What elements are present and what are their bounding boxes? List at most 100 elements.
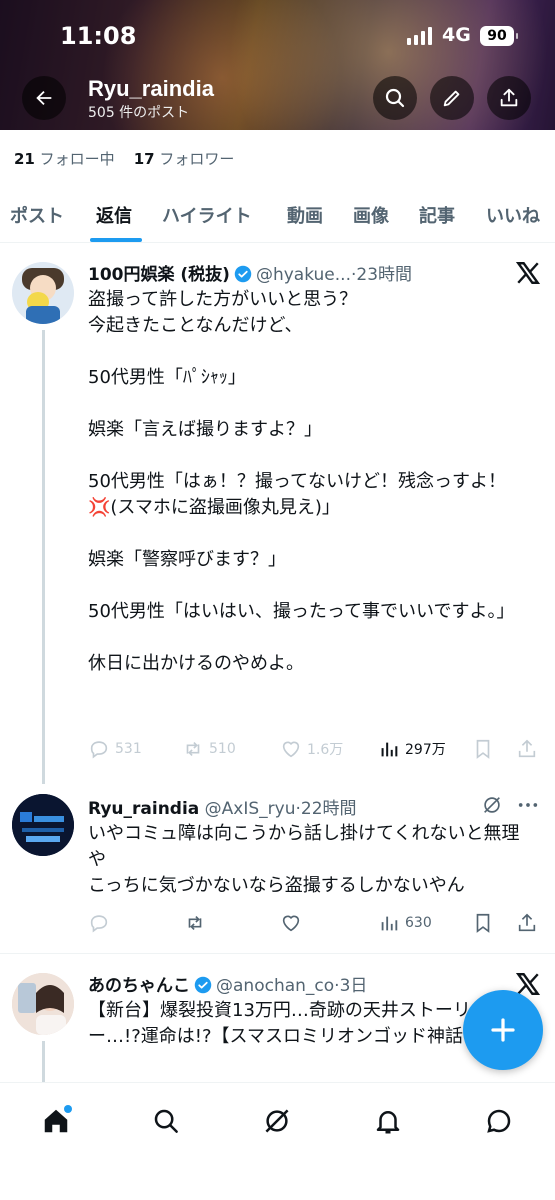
view-count: 297万 xyxy=(405,742,446,758)
nav-search[interactable] xyxy=(146,1101,186,1141)
reply-icon xyxy=(90,741,108,759)
status-bar: 11:08 4G 90 xyxy=(0,0,555,72)
author-handle[interactable]: @anochan_co xyxy=(216,976,334,996)
share-button[interactable] xyxy=(487,76,531,120)
verified-badge-icon xyxy=(234,265,252,283)
more-icon[interactable] xyxy=(517,798,539,812)
views-button[interactable]: 630 xyxy=(378,912,432,934)
like-icon xyxy=(282,741,300,758)
profile-tabs: ポスト 返信 ハイライト 動画 画像 記事 いいね xyxy=(0,190,555,243)
tweet-text: 【新台】爆裂投資13万円…奇跡の天井ストーリー…!?運命は!?【スマスロミリオン… xyxy=(88,1000,505,1047)
edit-button[interactable] xyxy=(430,76,474,120)
notifications-icon xyxy=(376,1111,400,1134)
profile-header-nav: Ryu_raindia 505 件のポスト xyxy=(0,74,555,121)
reply-icon xyxy=(90,915,108,933)
like-button[interactable]: 1.6万 xyxy=(280,738,343,760)
views-icon xyxy=(381,916,398,931)
grok-icon xyxy=(265,1109,289,1133)
reply-button[interactable] xyxy=(88,912,110,934)
reply-count: 531 xyxy=(115,741,142,757)
author-handle[interactable]: @AxIS_ryu xyxy=(205,799,296,819)
following-count: 21 xyxy=(14,150,35,168)
grok-icon[interactable] xyxy=(481,794,503,816)
bookmark-icon xyxy=(476,739,490,759)
share-icon xyxy=(518,913,536,932)
thread-line xyxy=(42,1041,45,1082)
like-button[interactable] xyxy=(280,912,302,934)
profile-name: Ryu_raindia xyxy=(88,76,214,101)
followers-count: 17 xyxy=(133,150,155,168)
repost-icon xyxy=(188,915,202,931)
search-icon xyxy=(385,88,405,108)
share-icon xyxy=(500,88,518,107)
active-tab-indicator xyxy=(90,238,142,242)
repost-count: 510 xyxy=(209,741,236,757)
tweet-time[interactable]: 3日 xyxy=(340,976,368,996)
tweet-text: いやコミュ障は向こうから話し掛けてくれないと無理や こっちに気づかないなら盗撮す… xyxy=(88,823,520,896)
tweet-actions: 531 510 1.6万 297万 xyxy=(88,738,543,764)
tweet-time[interactable]: 23時間 xyxy=(356,265,412,285)
avatar[interactable] xyxy=(12,973,74,1035)
bookmark-button[interactable] xyxy=(472,912,494,934)
plus-icon xyxy=(491,1018,515,1042)
nav-messages[interactable] xyxy=(479,1101,519,1141)
tab-likes[interactable]: いいね xyxy=(486,202,540,228)
network-type: 4G xyxy=(442,24,471,46)
tab-replies[interactable]: 返信 xyxy=(96,202,132,228)
repost-button[interactable]: 510 xyxy=(182,738,236,760)
tweet-actions: 630 xyxy=(88,912,543,938)
tab-posts[interactable]: ポスト xyxy=(10,202,64,228)
search-button[interactable] xyxy=(373,76,417,120)
followers-link[interactable]: 17 フォロワー xyxy=(134,150,235,168)
repost-icon xyxy=(186,741,200,757)
tweet-2[interactable]: Ryu_raindia @AxIS_ryu·22時間 いやコミュ障は向こうから話… xyxy=(0,784,555,954)
x-logo-icon xyxy=(515,262,541,284)
tweet-time[interactable]: 22時間 xyxy=(301,799,357,819)
repost-button[interactable] xyxy=(184,912,206,934)
tab-articles[interactable]: 記事 xyxy=(419,202,455,228)
compose-button[interactable] xyxy=(463,990,543,1070)
messages-icon xyxy=(487,1109,511,1133)
home-notification-dot xyxy=(64,1105,72,1113)
thread-line xyxy=(42,330,45,784)
share-tweet-button[interactable] xyxy=(516,738,538,760)
tab-highlights[interactable]: ハイライト xyxy=(162,202,252,228)
avatar[interactable] xyxy=(12,794,74,856)
reply-button[interactable]: 531 xyxy=(88,738,142,760)
post-count: 505 件のポスト xyxy=(88,105,190,121)
share-icon xyxy=(518,739,536,758)
author-name[interactable]: Ryu_raindia xyxy=(88,799,199,819)
back-button[interactable] xyxy=(22,76,66,120)
author-handle[interactable]: @hyakue... xyxy=(256,265,351,285)
nav-home[interactable] xyxy=(36,1101,76,1141)
tweet-header: あのちゃんこ @anochan_co·3日 xyxy=(88,976,368,996)
back-arrow-icon xyxy=(36,90,52,106)
tab-images[interactable]: 画像 xyxy=(353,202,389,228)
tweet-1[interactable]: 100円娯楽 (税抜) @hyakue...·23時間 盗撮って許した方がいいと思… xyxy=(0,244,555,784)
following-label: フォロー中 xyxy=(39,150,115,168)
verified-badge-icon xyxy=(194,976,212,994)
followers-label: フォロワー xyxy=(159,150,235,168)
bottom-navigation xyxy=(0,1082,555,1200)
search-icon xyxy=(154,1109,178,1133)
author-name[interactable]: あのちゃんこ xyxy=(88,976,190,996)
tab-videos[interactable]: 動画 xyxy=(287,202,323,228)
bookmark-button[interactable] xyxy=(472,738,494,760)
tweet-text: 盗撮って許した方がいいと思う？ 今起きたことなんだけど、 50代男性「ﾊﾟｼｬｯ… xyxy=(88,289,515,674)
following-link[interactable]: 21 フォロー中 xyxy=(14,150,115,168)
tweet-header: 100円娯楽 (税抜) @hyakue...·23時間 xyxy=(88,265,413,285)
cellular-signal-icon xyxy=(407,27,432,45)
avatar[interactable] xyxy=(12,262,74,324)
views-button[interactable]: 297万 xyxy=(378,738,446,760)
follow-stats: 21 フォロー中 17 フォロワー xyxy=(14,148,234,169)
views-icon xyxy=(381,742,398,757)
nav-notifications[interactable] xyxy=(368,1101,408,1141)
battery-indicator: 90 xyxy=(480,26,518,46)
edit-icon xyxy=(443,90,460,107)
tweet-header: Ryu_raindia @AxIS_ryu·22時間 xyxy=(88,799,357,819)
author-name[interactable]: 100円娯楽 (税抜) xyxy=(88,265,230,285)
like-count: 1.6万 xyxy=(307,742,344,758)
nav-grok[interactable] xyxy=(257,1101,297,1141)
share-tweet-button[interactable] xyxy=(516,912,538,934)
status-time: 11:08 xyxy=(60,22,137,50)
